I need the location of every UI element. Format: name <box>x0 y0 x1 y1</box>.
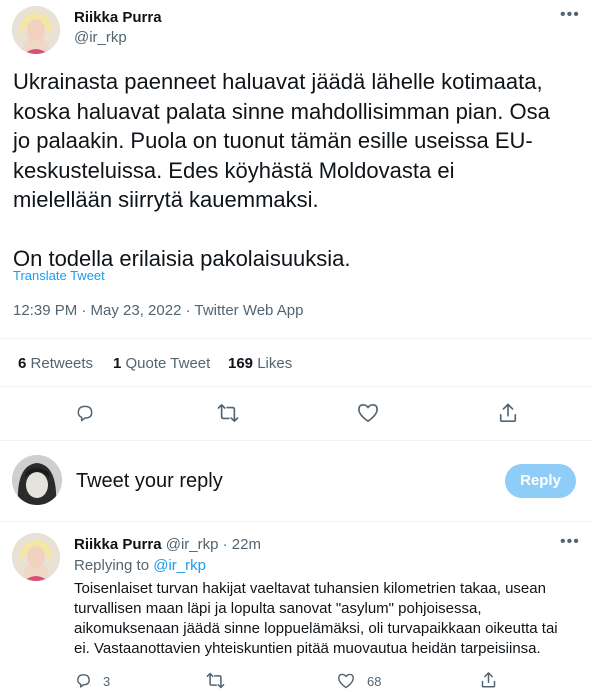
current-user-avatar[interactable] <box>12 455 62 505</box>
more-options-icon[interactable]: ••• <box>560 6 580 24</box>
reply-text-line: ei. Vastaanottavien yhteiskuntien pitää … <box>74 640 541 657</box>
quotes-count: 1 <box>113 355 122 372</box>
reply-author-avatar[interactable] <box>12 533 60 581</box>
reply-button[interactable]: Reply <box>505 464 576 498</box>
likes-count: 169 <box>228 355 254 372</box>
reply-icon[interactable] <box>75 403 95 423</box>
likes-stat[interactable]: 169 Likes <box>228 355 292 372</box>
replying-to-handle[interactable]: @ir_rkp <box>153 557 206 574</box>
retweets-stat[interactable]: 6 Retweets <box>18 355 93 372</box>
divider <box>0 440 592 441</box>
reply-small-icon[interactable] <box>75 672 92 689</box>
translate-tweet-link[interactable]: Translate Tweet <box>13 268 105 283</box>
quotes-label: Quote Tweet <box>125 355 211 372</box>
share-icon[interactable] <box>498 402 518 424</box>
reply-more-options-icon[interactable]: ••• <box>560 533 580 551</box>
tweet-timestamp[interactable]: 12:39 PM · May 23, 2022 · Twitter Web Ap… <box>13 302 303 319</box>
reply-count: 3 <box>103 674 111 689</box>
divider <box>0 338 592 339</box>
tweet-text-line: jo palaakin. Puola on tuonut tämän esill… <box>13 128 533 153</box>
like-small-icon[interactable] <box>337 673 355 689</box>
tweet-text: Ukrainasta paenneet haluavat jäädä lähel… <box>13 67 583 273</box>
retweets-count: 6 <box>18 355 27 372</box>
author-name[interactable]: Riikka Purra <box>74 9 162 26</box>
divider <box>0 521 592 522</box>
retweets-label: Retweets <box>30 355 94 372</box>
replying-to: Replying to @ir_rkp <box>74 557 206 574</box>
author-avatar[interactable] <box>12 6 60 54</box>
reply-input[interactable]: Tweet your reply <box>76 470 496 493</box>
tweet-text-line: mielellään siirrytä kauemmaksi. <box>13 187 319 212</box>
tweet-text-line: Ukrainasta paenneet haluavat jäädä lähel… <box>13 69 543 94</box>
tweet-text-line: keskusteluissa. Edes köyhästä Moldovasta… <box>13 157 455 183</box>
avatar-image <box>12 533 60 581</box>
reply-author-name[interactable]: Riikka Purra <box>74 536 162 553</box>
like-count: 68 <box>367 674 382 689</box>
quote-tweets-stat[interactable]: 1 Quote Tweet <box>113 355 210 372</box>
divider <box>0 386 592 387</box>
reply-author-handle[interactable]: @ir_rkp <box>166 536 219 553</box>
retweet-small-icon[interactable] <box>206 672 225 689</box>
reply-text-line: Toisenlaiset turvan hakijat vaeltavat tu… <box>74 580 546 597</box>
avatar-image <box>12 6 60 54</box>
avatar-image <box>12 455 62 505</box>
author-handle[interactable]: @ir_rkp <box>74 29 127 46</box>
likes-label: Likes <box>257 355 293 372</box>
reply-text-line: aikomuksenaan jäädä sinne loppuelämäksi,… <box>74 620 558 637</box>
reply-time[interactable]: · 22m <box>223 536 261 553</box>
reply-text-line: turvallisen maan läpi ja lopulta sanovat… <box>74 600 482 617</box>
like-heart-icon[interactable] <box>357 403 379 423</box>
reply-header: Riikka Purra @ir_rkp · 22m <box>74 536 261 553</box>
replying-to-prefix: Replying to <box>74 557 150 574</box>
retweet-icon[interactable] <box>217 403 239 423</box>
tweet-text-line: koska haluavat palata sinne mahdollisimm… <box>13 98 550 124</box>
share-small-icon[interactable] <box>480 671 497 689</box>
reply-tweet-text: Toisenlaiset turvan hakijat vaeltavat tu… <box>74 579 584 659</box>
